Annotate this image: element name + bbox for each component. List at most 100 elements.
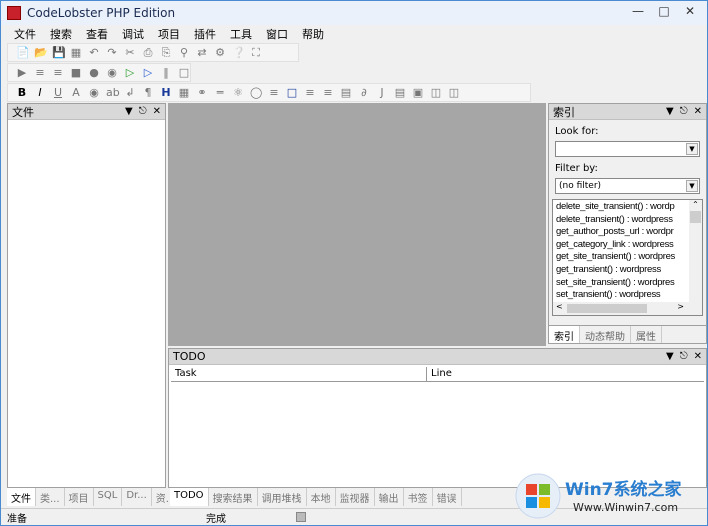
tab-dynamic-help[interactable]: 动态帮助 [580,326,631,343]
menu-debug[interactable]: 调试 [115,26,151,42]
layout-icon[interactable]: ◫ [448,86,460,99]
bold-icon[interactable]: B [16,86,28,99]
editor-area[interactable] [168,103,546,346]
tab-properties[interactable]: 属性 [631,326,662,343]
open-folder-icon[interactable]: 📂 [34,46,48,59]
list-item[interactable]: delete_site_transient() : wordp [553,201,689,214]
minimize-button[interactable]: — [625,1,651,21]
fullscreen-icon[interactable]: ⛶ [250,46,262,60]
anchor-icon[interactable]: ⚛ [232,86,244,99]
continue-icon[interactable]: ▷ [124,66,136,79]
help-icon[interactable]: ❔ [232,46,246,59]
breakpoint-icon[interactable]: ● [88,66,100,79]
tab-errors[interactable]: 错误 [433,488,462,506]
js-icon[interactable]: J [376,86,388,99]
list-item[interactable]: delete_transient() : wordpress [553,214,689,227]
column-line[interactable]: Line [427,367,704,381]
menu-file[interactable]: 文件 [7,26,43,42]
italic-icon[interactable]: I [34,86,46,99]
look-for-combo[interactable]: ▼ [555,141,700,157]
column-task[interactable]: Task [171,367,427,381]
tab-output[interactable]: 输出 [375,488,404,506]
hr-icon[interactable]: ═ [214,86,226,99]
menu-search[interactable]: 搜索 [43,26,79,42]
list-item[interactable]: get_author_posts_url : wordpr [553,226,689,239]
dropdown-icon[interactable]: ▼ [125,106,133,117]
redo-icon[interactable]: ↷ [106,46,118,59]
tab-watch[interactable]: 监视器 [336,488,375,506]
script-icon[interactable]: ∂ [358,86,370,99]
close-icon[interactable]: ✕ [694,106,702,117]
vertical-scrollbar[interactable]: ⌃ [689,200,702,302]
image-icon[interactable]: ▦ [178,86,190,99]
chevron-down-icon[interactable]: ▼ [686,180,698,192]
step-icon[interactable]: ≡ [34,66,46,79]
strike-icon[interactable]: ab [106,86,120,99]
menu-project[interactable]: 项目 [151,26,187,42]
pin-icon[interactable]: ⎋ [139,106,147,117]
step-over-icon[interactable]: ▷ [142,66,154,79]
paste-icon[interactable]: ⎘ [160,46,172,60]
heading-icon[interactable]: H [160,86,172,99]
tab-call-stack[interactable]: 调用堆栈 [258,488,307,506]
tab-classes[interactable]: 类... [36,488,65,506]
pause-icon[interactable]: ‖ [160,66,172,79]
find-in-files-icon[interactable]: ⚙ [214,46,226,59]
pin-icon[interactable]: ⎋ [680,106,688,117]
tab-locals[interactable]: 本地 [307,488,336,506]
color-icon[interactable]: ◉ [88,86,100,99]
breakpoints-icon[interactable]: ◉ [106,66,118,79]
menu-plugins[interactable]: 插件 [187,26,223,42]
maximize-button[interactable]: □ [651,1,677,21]
stop-icon[interactable]: ■ [70,66,82,79]
link-icon[interactable]: ⚭ [196,86,208,99]
menu-window[interactable]: 窗口 [259,26,295,42]
menu-help[interactable]: 帮助 [295,26,331,42]
list-icon[interactable]: ≡ [322,86,334,99]
step-out-icon[interactable]: ≡ [52,66,64,79]
tab-todo[interactable]: TODO [170,488,209,506]
close-icon[interactable]: ✕ [153,106,161,117]
list-item[interactable]: get_site_transient() : wordpres [553,251,689,264]
frame-icon[interactable]: ◫ [430,86,442,99]
undo-icon[interactable]: ↶ [88,46,100,59]
cut-icon[interactable]: ✂ [124,46,136,59]
new-file-icon[interactable]: 📄 [16,46,30,59]
list-item[interactable]: set_site_transient() : wordpres [553,277,689,290]
run-icon[interactable]: ▶ [16,66,28,79]
stop-debug-icon[interactable]: □ [178,66,190,79]
list-item[interactable]: get_category_link : wordpress [553,239,689,252]
dropdown-icon[interactable]: ▼ [666,106,674,117]
close-icon[interactable]: ✕ [694,351,702,362]
dropdown-icon[interactable]: ▼ [666,351,674,362]
replace-icon[interactable]: ⇄ [196,46,208,59]
font-icon[interactable]: A [70,86,82,99]
textarea-icon[interactable]: ▤ [394,86,406,99]
horizontal-scrollbar[interactable]: < > [553,302,702,315]
list-item[interactable]: get_transient() : wordpress [553,264,689,277]
find-icon[interactable]: ⚲ [178,46,190,59]
center-icon[interactable]: ≡ [304,86,316,99]
tab-project[interactable]: 项目 [65,488,94,506]
tab-sql[interactable]: SQL [94,488,123,506]
input-icon[interactable]: ▣ [412,86,424,99]
pin-icon[interactable]: ⎋ [680,351,688,362]
copy-icon[interactable]: ⎙ [142,46,154,60]
align-icon[interactable]: ≡ [268,86,280,99]
close-button[interactable]: ✕ [677,1,703,21]
paragraph-icon[interactable]: ¶ [142,86,154,99]
save-icon[interactable]: 💾 [52,46,66,59]
tab-index[interactable]: 索引 [549,326,580,343]
tab-files[interactable]: 文件 [7,488,36,506]
table-icon[interactable]: □ [286,86,298,99]
tab-drupal[interactable]: Dr... [122,488,152,506]
chevron-down-icon[interactable]: ▼ [686,143,698,155]
tab-bookmarks[interactable]: 书签 [404,488,433,506]
filter-combo[interactable]: (no filter) ▼ [555,178,700,194]
form-icon[interactable]: ▤ [340,86,352,99]
save-all-icon[interactable]: ▦ [70,46,82,59]
menu-view[interactable]: 查看 [79,26,115,42]
tab-search-results[interactable]: 搜索结果 [209,488,258,506]
menu-tools[interactable]: 工具 [223,26,259,42]
underline-icon[interactable]: U [52,86,64,99]
